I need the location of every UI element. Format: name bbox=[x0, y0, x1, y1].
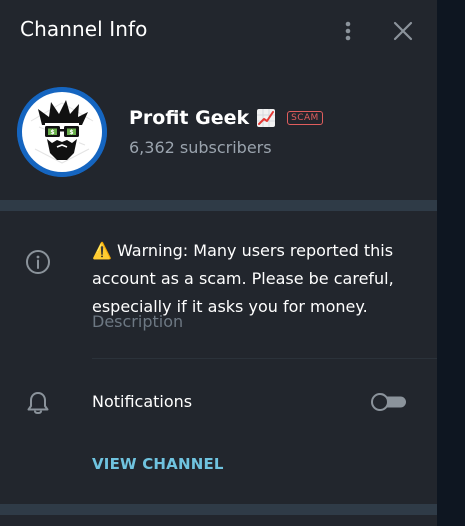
view-channel-button[interactable]: VIEW CHANNEL bbox=[92, 455, 224, 473]
scam-badge: SCAM bbox=[287, 111, 323, 125]
svg-text:$: $ bbox=[50, 129, 54, 136]
notifications-row[interactable]: Notifications bbox=[0, 373, 437, 431]
channel-name-row: Profit Geek SCAM bbox=[129, 104, 323, 132]
background-chat-area bbox=[437, 0, 465, 526]
app-window: Channel Info $ $ Profit Geek SCAM 6,362 … bbox=[0, 0, 465, 526]
description-text: ⚠️ Warning: Many users reported this acc… bbox=[92, 241, 394, 316]
chart-increasing-icon bbox=[257, 109, 276, 127]
channel-info-panel: Channel Info $ $ Profit Geek SCAM 6,362 … bbox=[0, 0, 437, 526]
channel-profile: $ $ Profit Geek SCAM 6,362 subscribers bbox=[0, 62, 437, 200]
more-vertical-icon[interactable] bbox=[336, 17, 360, 45]
notifications-toggle[interactable] bbox=[370, 392, 408, 412]
panel-header: Channel Info bbox=[0, 0, 437, 62]
info-icon bbox=[26, 250, 50, 274]
row-divider bbox=[92, 358, 437, 359]
avatar[interactable]: $ $ bbox=[17, 87, 107, 177]
bell-icon bbox=[27, 392, 49, 414]
section-divider bbox=[0, 504, 437, 515]
channel-name: Profit Geek bbox=[129, 107, 250, 129]
close-icon[interactable] bbox=[390, 18, 416, 44]
section-divider bbox=[0, 200, 437, 211]
notifications-label: Notifications bbox=[92, 392, 193, 411]
subscriber-count: 6,362 subscribers bbox=[129, 138, 272, 157]
description-label: Description bbox=[92, 312, 184, 331]
svg-text:$: $ bbox=[69, 129, 73, 136]
page-title: Channel Info bbox=[20, 17, 148, 41]
